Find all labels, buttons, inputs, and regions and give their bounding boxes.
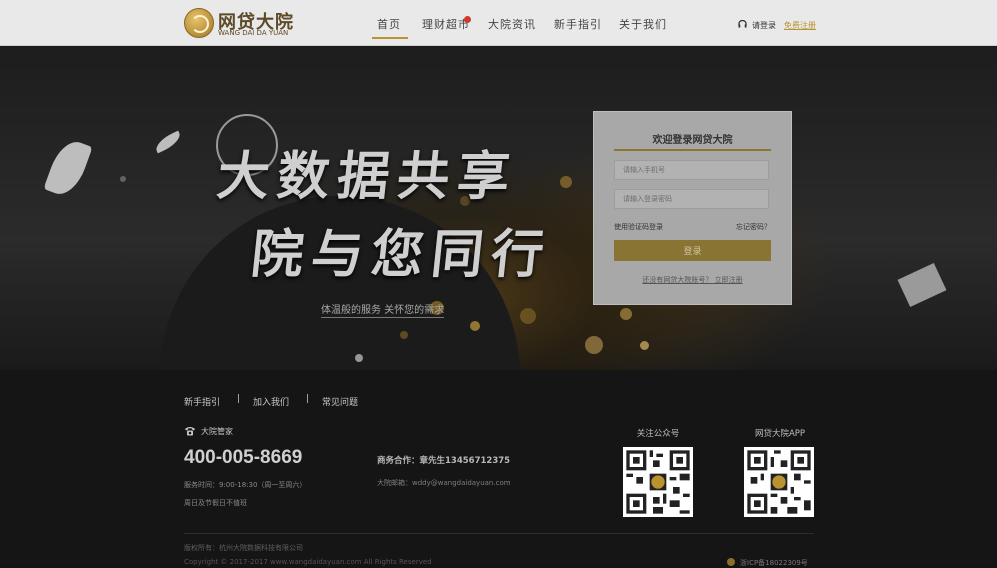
nav-finance-market[interactable]: 理财超市 bbox=[422, 16, 470, 32]
login-button[interactable]: 登录 bbox=[614, 240, 771, 261]
app-qr-code bbox=[744, 447, 814, 517]
nav-home[interactable]: 首页 bbox=[372, 16, 408, 39]
service-phone-number: 400-005-8669 bbox=[184, 447, 303, 468]
wechat-qr-code bbox=[623, 447, 693, 517]
nav-about-us[interactable]: 关于我们 bbox=[619, 16, 667, 32]
bokeh-light bbox=[560, 176, 572, 188]
logo-mark-icon bbox=[184, 8, 214, 38]
register-now-link[interactable]: 还没有网贷大院账号？ 立即注册 bbox=[594, 275, 791, 285]
qr-code-icon bbox=[744, 447, 814, 517]
site-logo[interactable]: 网贷大院 WANG DAI DA YUAN bbox=[184, 8, 294, 38]
footer-separator: | bbox=[237, 394, 241, 404]
app-qr-title: 网贷大院APP bbox=[754, 429, 806, 439]
business-contact: 商务合作：章先生13456712375 bbox=[377, 456, 511, 466]
top-header: 网贷大院 WANG DAI DA YUAN 首页 理财超市 大院资讯 新手指引 … bbox=[0, 0, 997, 46]
forgot-password-link[interactable]: 忘记密码？ bbox=[736, 222, 771, 232]
footer-link-guide[interactable]: 新手指引 bbox=[184, 395, 220, 408]
phone-input[interactable] bbox=[614, 160, 769, 180]
header-register-link[interactable]: 免费注册 bbox=[784, 20, 816, 31]
password-input[interactable] bbox=[614, 189, 769, 209]
bokeh-light bbox=[470, 321, 480, 331]
customer-service-label: 大院管家 bbox=[201, 427, 233, 436]
site-footer: 新手指引 | 加入我们 | 常见问题 大院管家 400-005-8669 服务时… bbox=[0, 370, 997, 568]
login-title-underline bbox=[614, 149, 771, 151]
bokeh-light bbox=[620, 308, 632, 320]
sms-login-link[interactable]: 使用验证码登录 bbox=[614, 222, 663, 232]
bokeh-light bbox=[585, 336, 603, 354]
footer-link-join[interactable]: 加入我们 bbox=[253, 395, 289, 408]
floating-paper-graphic bbox=[897, 262, 947, 308]
login-panel: 欢迎登录网贷大院 使用验证码登录 忘记密码？ 登录 还没有网贷大院账号？ 立即注… bbox=[593, 111, 792, 305]
copyright-owner: 版权所有：杭州大院数据科技有限公司 bbox=[184, 544, 303, 552]
wechat-qr-title: 关注公众号 bbox=[636, 429, 680, 439]
hero-banner: 大数据共享 院与您同行 体温般的服务 关怀您的需求 欢迎登录网贷大院 使用验证码… bbox=[0, 46, 997, 370]
new-badge-icon bbox=[464, 16, 471, 23]
logo-text-en: WANG DAI DA YUAN bbox=[218, 29, 289, 37]
footer-separator: | bbox=[306, 394, 310, 404]
service-hours: 服务时间：9:00-18:30（周一至周六） bbox=[184, 481, 307, 489]
floating-leaf-graphic bbox=[152, 130, 184, 154]
telephone-icon bbox=[185, 427, 195, 436]
login-title: 欢迎登录网贷大院 bbox=[652, 135, 733, 146]
footer-link-faq[interactable]: 常见问题 bbox=[322, 395, 358, 408]
qr-code-icon bbox=[623, 447, 693, 517]
banner-slogan: 体温般的服务 关怀您的需求 bbox=[321, 301, 445, 318]
holiday-note: 周日及节假日不值班 bbox=[184, 499, 247, 507]
banner-headline-line2: 院与您同行 bbox=[248, 225, 555, 285]
banner-headline-line1: 大数据共享 bbox=[214, 147, 521, 207]
bokeh-light bbox=[520, 308, 536, 324]
header-login-link[interactable]: 请登录 bbox=[752, 20, 776, 31]
nav-beginner-guide[interactable]: 新手指引 bbox=[554, 16, 602, 32]
bokeh-light bbox=[120, 176, 126, 182]
bokeh-light bbox=[400, 331, 408, 339]
contact-email[interactable]: 大院邮箱：wddy@wangdaidayuan.com bbox=[377, 478, 511, 488]
bokeh-light bbox=[640, 341, 649, 350]
footer-divider bbox=[184, 533, 814, 534]
headset-icon bbox=[738, 20, 747, 28]
nav-news[interactable]: 大院资讯 bbox=[488, 16, 536, 32]
floating-leaf-graphic bbox=[43, 136, 93, 200]
bokeh-light bbox=[355, 354, 363, 362]
icp-record[interactable]: 浙ICP备18022309号 bbox=[740, 558, 808, 568]
